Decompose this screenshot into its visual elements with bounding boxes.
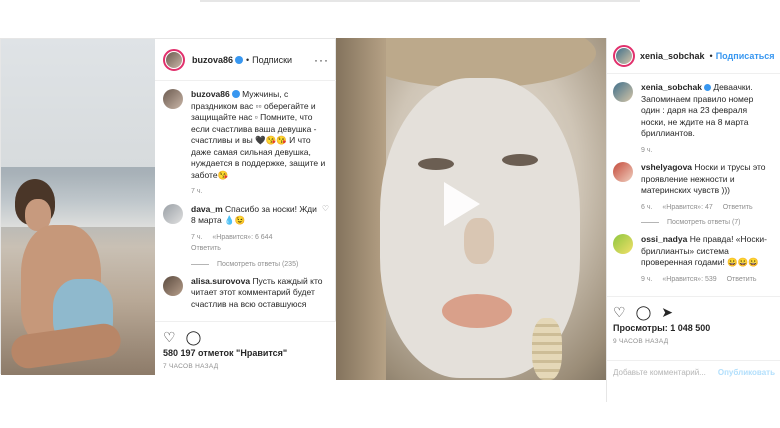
comment-item: dava_m Спасибо за носки! Жди 8 марта 💧😉 … bbox=[163, 203, 329, 255]
post-username[interactable]: xenia_sobchak bbox=[640, 51, 705, 61]
views-count[interactable]: Просмотры: 1 048 500 bbox=[613, 323, 775, 333]
comment-likes[interactable]: «Нравится»: 6 644 bbox=[212, 234, 272, 241]
publish-button[interactable]: Опубликовать bbox=[718, 368, 775, 377]
following-button[interactable]: Подписки bbox=[252, 55, 292, 65]
caption-username[interactable]: xenia_sobchak bbox=[641, 82, 702, 92]
caption: buzova86 Мужчины, с праздником вас ▫▫ об… bbox=[163, 89, 329, 198]
post-time: 9 ЧАСОВ НАЗАД bbox=[613, 338, 669, 345]
add-comment-bar: Добавьте комментарий... Опубликовать bbox=[607, 360, 780, 384]
avatar[interactable] bbox=[163, 275, 183, 296]
caption-text: Мужчины, с праздником вас ▫▫ оберегайте … bbox=[191, 89, 326, 180]
caption-time: 9 ч. bbox=[641, 146, 653, 154]
comments-list: buzova86 Мужчины, с праздником вас ▫▫ об… bbox=[155, 81, 337, 310]
comment-time: 7 ч. bbox=[191, 233, 203, 241]
verified-icon bbox=[703, 84, 711, 91]
avatar[interactable] bbox=[163, 48, 185, 71]
caption-username[interactable]: buzova86 bbox=[191, 89, 230, 99]
post-actions: ♡ ◯ 580 197 отметок "Нравится" 7 ЧАСОВ Н… bbox=[155, 321, 337, 374]
comment-item: alisa.surovova Пусть каждый кто читает э… bbox=[163, 275, 329, 311]
more-icon[interactable]: ··· bbox=[314, 53, 329, 67]
comment-username[interactable]: alisa.surovova bbox=[191, 276, 250, 286]
comment-username[interactable]: dava_m bbox=[191, 204, 223, 214]
avatar[interactable] bbox=[613, 234, 633, 254]
comment-item: ossi_nadya Не правда! «Носки-бриллианты»… bbox=[613, 234, 774, 285]
comment-likes[interactable]: «Нравится»: 47 bbox=[662, 204, 712, 211]
play-icon[interactable] bbox=[444, 182, 480, 226]
verified-icon bbox=[235, 55, 244, 64]
reply-button[interactable]: Ответить bbox=[727, 276, 757, 283]
post-sidebar: buzova86 • Подписки ··· buzova86 Мужчины… bbox=[155, 39, 337, 375]
share-icon[interactable]: ➤ bbox=[661, 304, 673, 321]
likes-count[interactable]: 580 197 отметок "Нравится" bbox=[163, 348, 329, 358]
comment-username[interactable]: vshelyagova bbox=[641, 162, 692, 172]
post-actions: ♡ ◯ ➤ Просмотры: 1 048 500 9 ЧАСОВ НАЗАД bbox=[607, 296, 780, 349]
reply-button[interactable]: Ответить bbox=[723, 204, 753, 211]
comment-input[interactable]: Добавьте комментарий... bbox=[613, 368, 706, 377]
comment-username[interactable]: ossi_nadya bbox=[641, 234, 687, 244]
follow-button[interactable]: Подписаться bbox=[716, 51, 775, 61]
comment-icon[interactable]: ◯ bbox=[186, 329, 202, 346]
heart-icon[interactable]: ♡ bbox=[613, 304, 626, 321]
top-divider bbox=[200, 0, 640, 2]
heart-icon[interactable]: ♡ bbox=[163, 329, 176, 346]
post-buzova: buzova86 • Подписки ··· buzova86 Мужчины… bbox=[0, 38, 337, 375]
comment-item: vshelyagova Носки и трусы это проявление… bbox=[613, 162, 774, 213]
verified-icon bbox=[231, 90, 240, 98]
caption-time: 7 ч. bbox=[191, 188, 203, 195]
avatar[interactable] bbox=[163, 203, 183, 224]
heart-icon[interactable]: ♡ bbox=[322, 204, 329, 255]
post-username[interactable]: buzova86 bbox=[192, 55, 233, 65]
post-header: buzova86 • Подписки ··· bbox=[155, 39, 337, 81]
caption: xenia_sobchak Деваачки. Запоминаем прави… bbox=[613, 82, 774, 156]
comment-time: 9 ч. bbox=[641, 275, 653, 283]
avatar[interactable] bbox=[613, 44, 635, 67]
avatar[interactable] bbox=[163, 89, 183, 109]
post-photo[interactable] bbox=[1, 39, 155, 375]
post-video[interactable] bbox=[336, 38, 606, 380]
comment-likes[interactable]: «Нравится»: 539 bbox=[662, 276, 716, 283]
comment-time: 6 ч. bbox=[641, 203, 653, 211]
view-replies-button[interactable]: Посмотреть ответы (235) bbox=[191, 261, 329, 268]
comment-icon[interactable]: ◯ bbox=[636, 304, 652, 321]
comments-list: xenia_sobchak Деваачки. Запоминаем прави… bbox=[607, 74, 780, 285]
view-replies-button[interactable]: Посмотреть ответы (7) bbox=[641, 219, 774, 226]
post-sobchak: xenia_sobchak • Подписаться xenia_sobcha… bbox=[606, 38, 780, 402]
reply-button[interactable]: Ответить bbox=[191, 245, 221, 252]
post-header: xenia_sobchak • Подписаться bbox=[607, 38, 780, 74]
post-time: 7 ЧАСОВ НАЗАД bbox=[163, 363, 219, 370]
avatar[interactable] bbox=[613, 162, 633, 182]
avatar[interactable] bbox=[613, 82, 633, 102]
